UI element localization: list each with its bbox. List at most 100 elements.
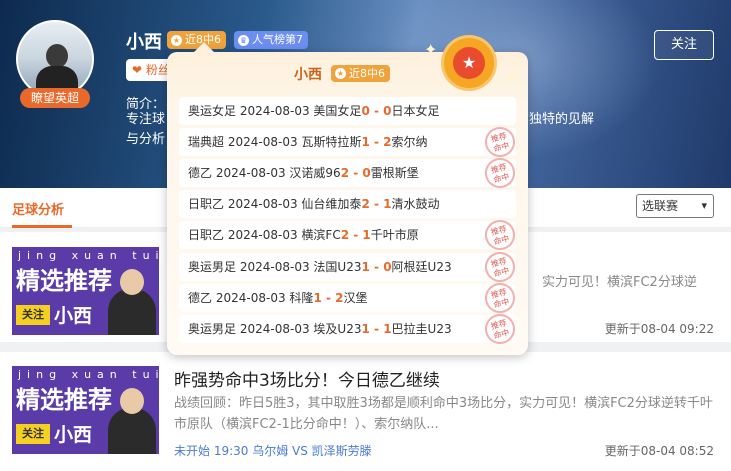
league-select[interactable]: 选联赛 ▾ [636, 194, 714, 218]
match-home-score: 1 [313, 291, 322, 305]
match-home: 科隆 [289, 291, 314, 305]
match-date: 2024-08-03 [239, 104, 310, 118]
chevron-down-icon: ▾ [701, 199, 707, 212]
match-date: 2024-08-03 [215, 166, 286, 180]
match-away-score: 0 [362, 166, 371, 180]
star-icon: ★ [335, 68, 346, 79]
profile-name: 小西 [126, 32, 162, 53]
match-row[interactable]: 日职乙 2024-08-03 仙台维加泰2 - 1清水鼓动 [179, 190, 516, 218]
match-away: 索尔纳 [391, 135, 428, 149]
follow-button[interactable]: 关注 [654, 30, 714, 60]
match-score-sep: - [369, 260, 384, 274]
match-home-score: 2 [361, 197, 370, 211]
thumb-follow-tag: 关注 [16, 424, 50, 444]
match-row[interactable]: 德乙 2024-08-03 科隆1 - 2汉堡 [179, 284, 516, 312]
match-away-score: 1 [362, 228, 371, 242]
match-date: 2024-08-03 [227, 135, 298, 149]
match-home-score: 2 [340, 166, 350, 180]
match-away: 巴拉圭U23 [391, 322, 452, 336]
match-league: 日职乙 [188, 197, 225, 211]
match-score-sep: - [349, 166, 363, 180]
star-icon: ★ [171, 34, 182, 46]
crown-icon: ♛ [238, 34, 249, 46]
thumb-person [108, 408, 156, 454]
match-home: 美国女足 [313, 104, 362, 118]
match-away-score: 1 [383, 322, 392, 336]
thumb-person-head [120, 388, 144, 414]
article-updated: 更新于08-04 08:52 [604, 444, 714, 458]
match-date: 2024-08-03 [215, 291, 286, 305]
match-date: 2024-08-03 [227, 197, 298, 211]
article-updated: 更新于08-04 09:22 [604, 322, 714, 336]
article-summary-visible: 实力可见！横滨FC2分球逆 [542, 275, 697, 290]
article-thumbnail[interactable]: jing xuan tui jian 精选推荐 关注 小西 [12, 366, 159, 454]
avatar[interactable] [16, 20, 94, 98]
rank-badge[interactable]: ♛ 人气榜第7 [234, 31, 308, 49]
sparkle-icon: ✦ [505, 70, 519, 89]
match-league: 奥运女足 [188, 104, 237, 118]
match-home-score: 1 [361, 260, 370, 274]
match-away-score: 0 [383, 260, 392, 274]
match-home: 埃及U23 [313, 322, 362, 336]
avatar-head [46, 44, 68, 68]
match-league: 日职乙 [188, 228, 225, 242]
streak-badge[interactable]: ★ 近8中6 [167, 31, 226, 49]
match-row[interactable]: 奥运男足 2024-08-03 埃及U231 - 1巴拉圭U23 [179, 315, 516, 343]
rank-badge-label: 人气榜第7 [252, 33, 303, 46]
match-away: 阿根廷U23 [391, 260, 452, 274]
match-away: 汉堡 [343, 291, 368, 305]
match-league: 奥运男足 [188, 322, 237, 336]
thumb-person [108, 289, 156, 335]
match-date: 2024-08-03 [239, 260, 310, 274]
match-row[interactable]: 瑞典超 2024-08-03 瓦斯特拉斯1 - 2索尔纳 [179, 128, 516, 156]
match-away-score: 0 [383, 104, 392, 118]
match-home: 汉诺威96 [289, 166, 341, 180]
thumb-title: 精选推荐 [16, 267, 112, 295]
medal-icon: ★ [444, 38, 494, 88]
tab-underline [12, 225, 72, 228]
match-score-sep: - [369, 197, 384, 211]
match-row[interactable]: 奥运女足 2024-08-03 美国女足0 - 0日本女足 [179, 97, 516, 125]
match-score-sep: - [369, 104, 384, 118]
thumb-name: 小西 [54, 305, 93, 327]
match-row[interactable]: 奥运男足 2024-08-03 法国U231 - 0阿根廷U23 [179, 253, 516, 281]
match-home-score: 1 [361, 135, 370, 149]
article-thumbnail[interactable]: jing xuan tui jian 精选推荐 关注 小西 [12, 247, 159, 335]
match-row[interactable]: 德乙 2024-08-03 汉诺威962 - 0雷根斯堡 [179, 159, 516, 187]
thumb-title: 精选推荐 [16, 386, 112, 414]
article-card[interactable]: jing xuan tui jian 精选推荐 关注 小西 昨强势命中3场比分！… [0, 352, 731, 471]
match-away: 日本女足 [391, 104, 440, 118]
match-home: 横滨FC [301, 228, 341, 242]
tab-football-analysis[interactable]: 足球分析 [12, 199, 64, 218]
match-score-sep: - [369, 322, 384, 336]
match-home: 法国U23 [313, 260, 362, 274]
match-date: 2024-08-03 [239, 322, 310, 336]
popup-name: 小西 [294, 67, 322, 83]
match-away: 清水鼓动 [391, 197, 440, 211]
star-icon: ★ [453, 47, 485, 79]
match-away: 千叶市原 [370, 228, 419, 242]
match-away-score: 2 [383, 135, 392, 149]
sparkle-icon: ✦ [424, 40, 438, 59]
match-league: 德乙 [188, 166, 213, 180]
match-home-score: 1 [361, 322, 370, 336]
match-row[interactable]: 日职乙 2024-08-03 横滨FC2 - 1千叶市原 [179, 221, 516, 249]
popup-streak-label: 近8中6 [349, 67, 385, 80]
thumb-person-head [120, 269, 144, 295]
match-league: 奥运男足 [188, 260, 237, 274]
match-home: 瓦斯特拉斯 [301, 135, 362, 149]
match-home-score: 0 [361, 104, 370, 118]
article-title[interactable]: 昨强势命中3场比分！今日德乙继续 [174, 366, 440, 391]
thumb-name: 小西 [54, 424, 93, 446]
match-league: 瑞典超 [188, 135, 225, 149]
match-home-score: 2 [340, 228, 350, 242]
heart-icon: ❤ [132, 63, 146, 77]
match-score-sep: - [369, 135, 384, 149]
match-score-sep: - [321, 291, 336, 305]
league-select-value: 选联赛 [642, 199, 679, 213]
avatar-tag: 瞭望英超 [20, 88, 90, 108]
match-away-score: 2 [335, 291, 344, 305]
match-league: 德乙 [188, 291, 213, 305]
popup-streak-badge: ★ 近8中6 [331, 65, 390, 82]
match-date: 2024-08-03 [227, 228, 298, 242]
